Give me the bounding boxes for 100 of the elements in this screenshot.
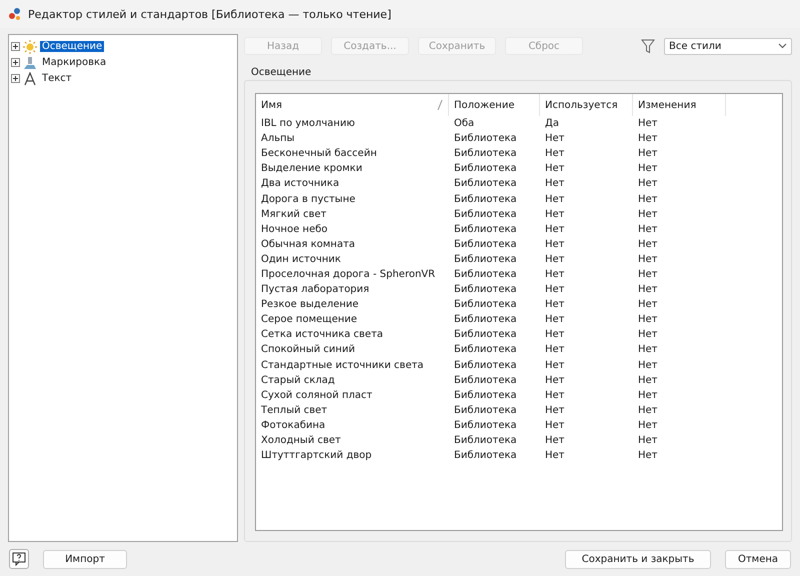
table-cell-text: Библиотека [453, 314, 518, 326]
tree-item[interactable]: Текст [40, 73, 74, 84]
tree-item[interactable]: Маркировка [40, 57, 108, 68]
table-cell-text: IBL по умолчанию [260, 118, 356, 130]
filter-icon[interactable] [641, 38, 655, 54]
letter-icon [23, 72, 37, 86]
table-cell-text: Библиотека [453, 268, 518, 280]
table-cell-text: Нет [544, 163, 566, 174]
table-cell-text: Нет [544, 284, 566, 296]
table-cell-text: Библиотека [453, 148, 518, 160]
table-cell-text: Нет [544, 420, 566, 431]
group-title: Освещение [251, 67, 312, 78]
table-cell-text: Библиотека [453, 163, 518, 174]
sun-icon [23, 40, 37, 54]
table-cell-text: Библиотека [453, 329, 518, 340]
table-cell-text: Нет [544, 450, 566, 462]
table-cell-text: Нет [544, 404, 566, 416]
table-cell-text: Библиотека [453, 194, 518, 205]
table-cell-text: Нет [544, 238, 566, 250]
chevron-down-icon [778, 43, 787, 49]
table-cell-text: Нет [544, 133, 566, 144]
table-cell-text: Библиотека [453, 284, 518, 296]
table-cell-text: Нет [544, 314, 566, 326]
cancel-button[interactable]: Отмена [725, 550, 791, 568]
table-cell-text: Библиотека [453, 299, 518, 310]
table-cell-text: Нет [637, 374, 658, 386]
table-cell-text: Ночное небо [260, 224, 329, 235]
table-cell-text: Штуттгартский двор [260, 450, 373, 462]
table-cell-text: Нет [637, 133, 658, 144]
table-cell-text: Нет [637, 194, 658, 205]
table-cell-text: Нет [637, 238, 658, 250]
table-cell-text: Библиотека [453, 390, 518, 401]
table-cell-text: Нет [544, 254, 566, 265]
table-cell-text: Библиотека [453, 420, 518, 431]
table-cell-text: Нет [637, 208, 658, 220]
help-button[interactable] [9, 549, 29, 569]
table-cell-text: Нет [637, 299, 658, 310]
expand-icon[interactable] [11, 42, 20, 51]
table-cell-text: Библиотека [453, 435, 518, 446]
table-cell-text: Нет [544, 360, 566, 371]
table-cell-text: Нет [544, 299, 566, 310]
table-cell-text: Нет [637, 148, 658, 160]
table-cell-text: Нет [544, 344, 566, 356]
table-cell-text: Нет [544, 374, 566, 386]
table-cell-text: Нет [637, 268, 658, 280]
column-header[interactable]: Имя [256, 94, 449, 116]
table-cell-text: Нет [544, 268, 566, 280]
table-cell-text: Спокойный синий [260, 344, 356, 356]
table-cell-text: Библиотека [453, 450, 518, 462]
table-cell-text: Нет [544, 148, 566, 160]
tree-item[interactable]: Освещение [40, 41, 104, 52]
table-cell-text: Нет [637, 284, 658, 296]
table-cell-text: Альпы [260, 133, 296, 144]
table-cell-text: Выделение кромки [260, 163, 364, 174]
table-cell-text: Нет [544, 390, 566, 401]
table-cell-text: Нет [637, 390, 658, 401]
save-close-button[interactable]: Сохранить и закрыть [565, 550, 711, 568]
table-cell-text: Нет [544, 208, 566, 220]
table-cell-text: Бесконечный бассейн [260, 148, 378, 160]
table-cell-text: Нет [544, 435, 566, 446]
table-cell-text: Нет [544, 329, 566, 340]
table-cell-text: Библиотека [453, 178, 518, 190]
table-cell-text: Библиотека [453, 404, 518, 416]
table-cell-text: Нет [637, 344, 658, 356]
column-header[interactable]: Положение [449, 94, 540, 116]
help-icon [12, 552, 26, 566]
table-cell-text: Нет [637, 435, 658, 446]
table-cell-text: Холодный свет [260, 435, 342, 446]
stamp-icon [23, 56, 37, 70]
table-cell-text: Нет [544, 194, 566, 205]
table-cell-text: Один источник [260, 254, 342, 265]
table-cell-text: Нет [637, 450, 658, 462]
table-cell-text: Стандартные источники света [260, 360, 425, 371]
expand-icon[interactable] [11, 58, 20, 67]
table-cell-text: Нет [637, 163, 658, 174]
column-header[interactable]: Изменения [633, 94, 726, 116]
table-cell-text: Старый склад [260, 374, 336, 386]
window-title: Редактор стилей и стандартов [Библиотека — только чтение] [28, 8, 392, 20]
table-cell-text: Серое помещение [260, 314, 358, 326]
resize-grip-icon [437, 100, 443, 110]
import-button[interactable]: Импорт [43, 550, 127, 568]
table-cell-text: Проселочная дорога - SpheronVR [260, 268, 436, 280]
table-cell-text: Нет [544, 224, 566, 235]
table-cell-text: Библиотека [453, 254, 518, 265]
table-cell-text: Библиотека [453, 208, 518, 220]
table-cell-text: Нет [637, 224, 658, 235]
column-header[interactable]: Используется [540, 94, 633, 116]
table-cell-text: Фотокабина [260, 420, 326, 431]
table-cell-text: Нет [637, 360, 658, 371]
table-cell-text: Нет [637, 178, 658, 190]
table-cell-text: Сухой соляной пласт [260, 390, 374, 401]
table-cell-text: Нет [637, 329, 658, 340]
table-cell-text: Нет [637, 118, 658, 130]
expand-icon[interactable] [11, 74, 20, 83]
table-cell-text: Дорога в пустыне [260, 194, 356, 205]
table-cell-text: Мягкий свет [260, 208, 328, 220]
table-cell-text: Нет [544, 178, 566, 190]
style-filter-dropdown[interactable]: Все стили [664, 38, 792, 54]
table-cell-text: Библиотека [453, 224, 518, 235]
table-cell-text: Нет [637, 254, 658, 265]
